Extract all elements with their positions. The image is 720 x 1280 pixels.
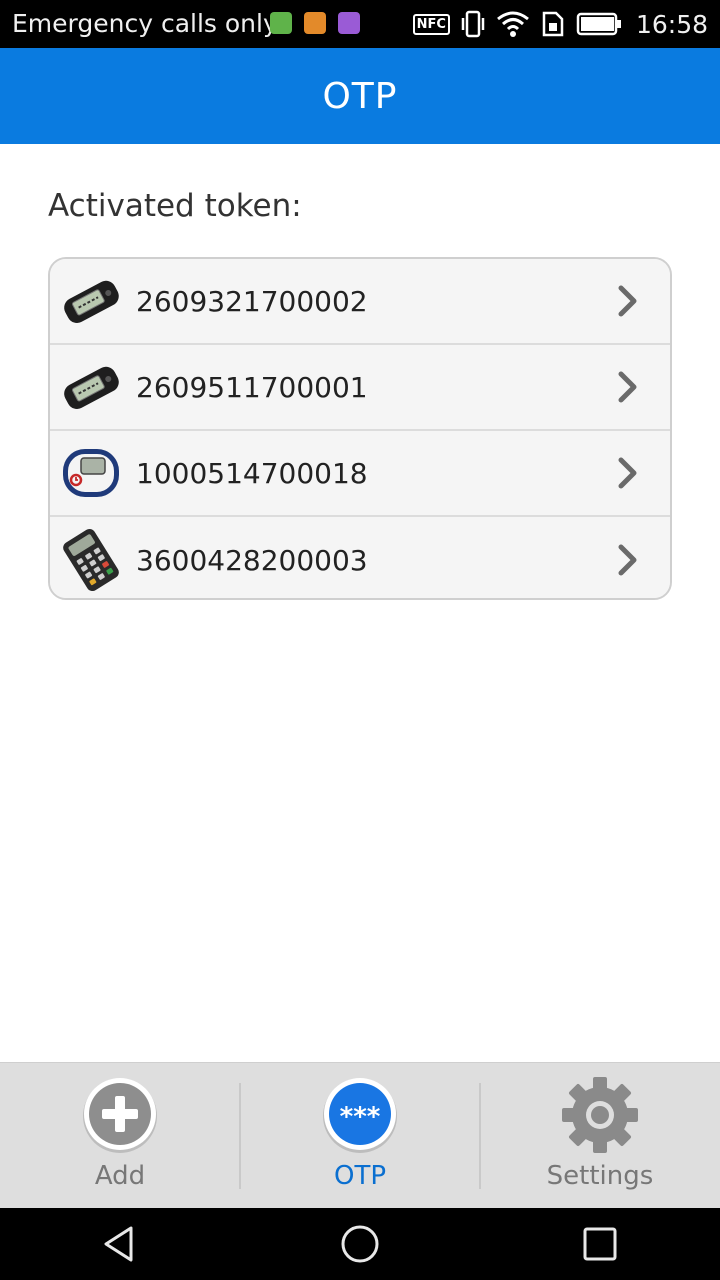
notification-icons [270,12,360,34]
activated-token-label: Activated token: [48,188,302,224]
keyfob-token-icon [58,440,124,506]
wifi-icon [497,11,529,37]
token-serial: 3600428200003 [136,543,368,577]
tab-add[interactable]: Add [0,1063,240,1209]
token-row[interactable]: 2609321700002 [50,259,670,345]
add-icon [80,1075,160,1155]
clock: 16:58 [635,9,708,39]
bottom-tab-bar: Add *** OTP Settings [0,1062,720,1208]
app-notification-green-icon [270,12,292,34]
back-button[interactable] [80,1214,160,1274]
system-nav-bar [0,1208,720,1280]
token-row[interactable]: 1000514700018 [50,431,670,517]
recents-square-icon [583,1227,617,1261]
app-notification-orange-icon [304,12,326,34]
chevron-right-icon [608,540,648,580]
chevron-right-icon [608,453,648,493]
token-list: 2609321700002 2609511700001 100051470001… [48,257,672,600]
status-bar: Emergency calls only NFC 16:58 [0,0,720,48]
calculator-token-icon [58,527,124,593]
tab-otp[interactable]: *** OTP [240,1063,480,1209]
svg-text:***: *** [340,1102,381,1132]
home-circle-icon [341,1225,379,1263]
page-title: OTP [322,75,398,117]
vibrate-icon [461,10,485,38]
tab-settings[interactable]: Settings [480,1063,720,1209]
back-triangle-icon [104,1226,133,1262]
tab-label: OTP [333,1161,387,1191]
nfc-icon: NFC [412,13,450,35]
sim-icon [542,11,564,37]
display-token-icon [58,354,124,420]
token-serial: 2609511700001 [136,370,368,404]
home-button[interactable] [320,1214,400,1274]
tab-label: Settings [546,1161,654,1191]
token-row[interactable]: 3600428200003 [50,517,670,598]
app-notification-purple-icon [338,12,360,34]
chevron-right-icon [608,281,648,321]
battery-icon [576,12,621,36]
otp-icon: *** [320,1075,400,1155]
display-token-icon [58,268,124,334]
app-bar: OTP [0,48,720,144]
token-row[interactable]: 2609511700001 [50,345,670,431]
carrier-text: Emergency calls only [12,9,278,38]
status-icons: NFC 16:58 [412,6,708,42]
token-serial: 2609321700002 [136,284,368,318]
chevron-right-icon [608,367,648,407]
tab-label: Add [94,1161,146,1191]
token-serial: 1000514700018 [136,456,368,490]
recents-button[interactable] [560,1214,640,1274]
settings-gear-icon [560,1075,640,1155]
